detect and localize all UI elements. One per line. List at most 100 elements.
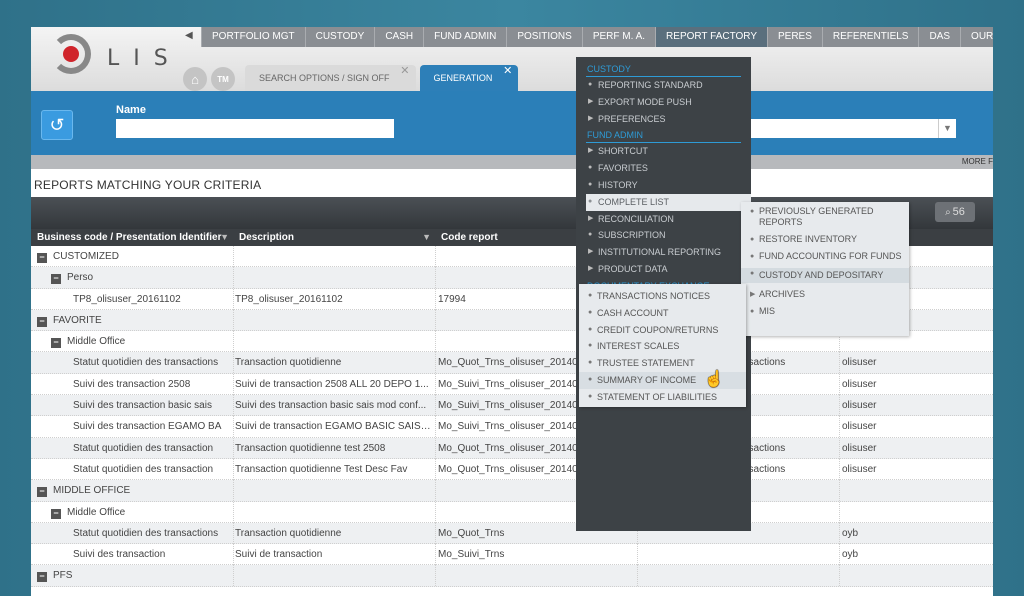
submenu-item[interactable]: ● CREDIT COUPON/RETURNS — [579, 322, 746, 339]
nav-item-perf-m-a[interactable]: PERF M. A. — [581, 27, 656, 47]
submenu-item[interactable]: ● FUND ACCOUNTING FOR FUNDS — [741, 251, 909, 262]
more-filters-link[interactable]: MORE F — [962, 157, 993, 166]
group-label: Middle Office — [67, 336, 126, 348]
nav-item-our-services[interactable]: OUR SERVICES — [960, 27, 993, 47]
group-label-cell[interactable]: − MIDDLE OFFICE — [37, 480, 130, 501]
nav-item-referentiels[interactable]: REFERENTIELS — [821, 27, 919, 47]
nav-scroll-left-icon[interactable]: ◀ — [185, 30, 193, 41]
menu-item[interactable]: ▶ SHORTCUT — [576, 143, 751, 160]
submenu-item[interactable]: ● CUSTODY AND DEPOSITARY — [741, 268, 909, 283]
menu-item[interactable]: ● REPORTING STANDARD — [576, 77, 751, 94]
tm-icon[interactable]: TM — [211, 67, 235, 91]
group-label-cell[interactable]: − Middle Office — [51, 502, 125, 523]
column-divider — [233, 373, 234, 395]
criteria-select[interactable]: ▼ — [751, 119, 956, 138]
close-icon[interactable]: ✕ — [503, 58, 512, 84]
nav-item-cash[interactable]: CASH — [374, 27, 424, 47]
collapse-icon[interactable]: − — [37, 572, 47, 583]
collapse-icon[interactable]: − — [51, 338, 61, 349]
submenu-item-label: MIS — [759, 306, 776, 316]
group-label-cell[interactable]: − FAVORITE — [37, 310, 102, 331]
submenu-item-label: TRANSACTIONS NOTICES — [597, 291, 711, 301]
nav-item-das[interactable]: DAS — [918, 27, 961, 47]
nav-item-report-factory[interactable]: REPORT FACTORY — [655, 27, 767, 47]
cell-code: Suivi des transaction 2508 — [73, 378, 191, 390]
menu-item[interactable]: ▶ EXPORT MODE PUSH — [576, 94, 751, 111]
submenu-item-label: PREVIOUSLY GENERATED REPORTS — [759, 206, 874, 227]
table-row[interactable]: Statut quotidien des transaction Transact… — [31, 437, 993, 459]
column-divider — [435, 480, 436, 502]
search-icon: ⌕ — [945, 207, 951, 218]
group-label-cell[interactable]: − CUSTOMIZED — [37, 246, 119, 267]
submenu-item[interactable]: ▶ ARCHIVES — [741, 289, 909, 300]
group-row[interactable]: − Middle Office — [31, 501, 993, 523]
bullet-icon: ● — [588, 359, 593, 367]
table-row[interactable]: Suivi des transaction Suivi de transactio… — [31, 544, 993, 566]
collapse-icon[interactable]: − — [51, 274, 61, 285]
tab-search-options[interactable]: SEARCH OPTIONS / SIGN OFF ✕ — [245, 65, 416, 91]
collapse-icon[interactable]: − — [37, 253, 47, 263]
name-input[interactable] — [116, 119, 394, 138]
menu-item[interactable]: ▶ PRODUCT DATA — [576, 261, 751, 278]
group-row[interactable]: − MIDDLE OFFICE — [31, 480, 993, 502]
submenu-item[interactable]: ● CASH ACCOUNT — [579, 305, 746, 322]
table-row[interactable]: Statut quotidien des transaction Transact… — [31, 458, 993, 481]
nav-item-portfolio-mgt[interactable]: PORTFOLIO MGT — [201, 27, 305, 47]
column-divider — [637, 565, 638, 587]
table-row[interactable]: Statut quotidien des transactions Transac… — [31, 352, 993, 374]
group-label-cell[interactable]: − Middle Office — [51, 331, 125, 352]
collapse-icon[interactable]: − — [37, 487, 47, 498]
group-label-cell[interactable]: − PFS — [37, 565, 72, 586]
bullet-icon: ● — [750, 253, 755, 260]
menu-item[interactable]: ● COMPLETE LIST — [586, 193, 751, 211]
menu-item[interactable]: ▶ INSTITUTIONAL REPORTING — [576, 244, 751, 261]
close-icon[interactable]: ✕ — [400, 58, 409, 84]
menu-item[interactable]: ● FAVORITES — [576, 160, 751, 177]
search-band: ↺ Name ▼ — [31, 91, 993, 155]
submenu-item[interactable]: ● PREVIOUSLY GENERATED REPORTS — [741, 206, 909, 228]
column-header-description[interactable]: Description ▼ — [233, 229, 435, 246]
table-row[interactable]: Suivi des transaction 2508 Suivi de trans… — [31, 373, 993, 396]
column-header-label: Business code / Presentation Identifier — [37, 232, 222, 243]
tab-label: GENERATION — [433, 73, 493, 83]
result-count-button[interactable]: ⌕ 56 — [935, 202, 975, 222]
cell-desc: Transaction quotidienne — [235, 357, 342, 369]
bullet-icon: ● — [588, 231, 593, 239]
group-label-cell[interactable]: − Perso — [51, 267, 93, 288]
column-header-label: Description — [239, 232, 295, 243]
table-row[interactable]: Suivi des transaction EGAMO BA Suivi de t… — [31, 416, 993, 438]
column-divider — [637, 544, 638, 566]
column-divider — [233, 246, 234, 267]
menu-item-label: INSTITUTIONAL REPORTING — [598, 247, 722, 258]
menu-item-label: HISTORY — [598, 179, 638, 190]
home-icon[interactable]: ⌂ — [183, 67, 207, 91]
nav-item-custody[interactable]: CUSTODY — [304, 27, 375, 47]
column-divider — [435, 501, 436, 523]
submenu-item[interactable]: ● TRANSACTIONS NOTICES — [579, 288, 746, 305]
refresh-button[interactable]: ↺ — [41, 110, 73, 140]
submenu-item[interactable]: ● INTEREST SCALES — [579, 338, 746, 355]
cell-code: Statut quotidien des transaction — [73, 463, 214, 475]
group-row[interactable]: − PFS — [31, 565, 993, 587]
menu-item[interactable]: ● SUBSCRIPTION — [576, 227, 751, 244]
menu-item[interactable]: ● HISTORY — [576, 177, 751, 194]
tab-generation[interactable]: GENERATION ✕ — [419, 65, 519, 91]
filter-icon[interactable]: ▼ — [422, 229, 431, 246]
submenu-item[interactable]: ● STATEMENT OF LIABILITIES — [579, 389, 746, 406]
submenu-item[interactable]: ● MIS — [741, 306, 909, 317]
submenu-item[interactable]: ● RESTORE INVENTORY — [741, 234, 909, 245]
nav-item-positions[interactable]: POSITIONS — [506, 27, 582, 47]
table-row[interactable]: Statut quotidien des transactions Transac… — [31, 522, 993, 545]
collapse-icon[interactable]: − — [37, 316, 47, 327]
nav-item-peres[interactable]: PERES — [767, 27, 822, 47]
cell-code: TP8_olisuser_20161102 — [73, 293, 181, 305]
logo-text: LIS — [107, 46, 182, 71]
collapse-icon[interactable]: − — [51, 508, 61, 519]
table-row[interactable]: Suivi des transaction basic sais Suivi de… — [31, 395, 993, 417]
nav-item-fund-admin[interactable]: FUND ADMIN — [423, 27, 507, 47]
menu-item[interactable]: ▶ RECONCILIATION — [576, 211, 751, 228]
bullet-icon: ● — [588, 81, 593, 88]
filter-icon[interactable]: ▼ — [220, 229, 229, 246]
menu-item[interactable]: ▶ PREFERENCES — [576, 111, 751, 128]
column-header-business-code[interactable]: Business code / Presentation Identifier … — [31, 229, 233, 246]
